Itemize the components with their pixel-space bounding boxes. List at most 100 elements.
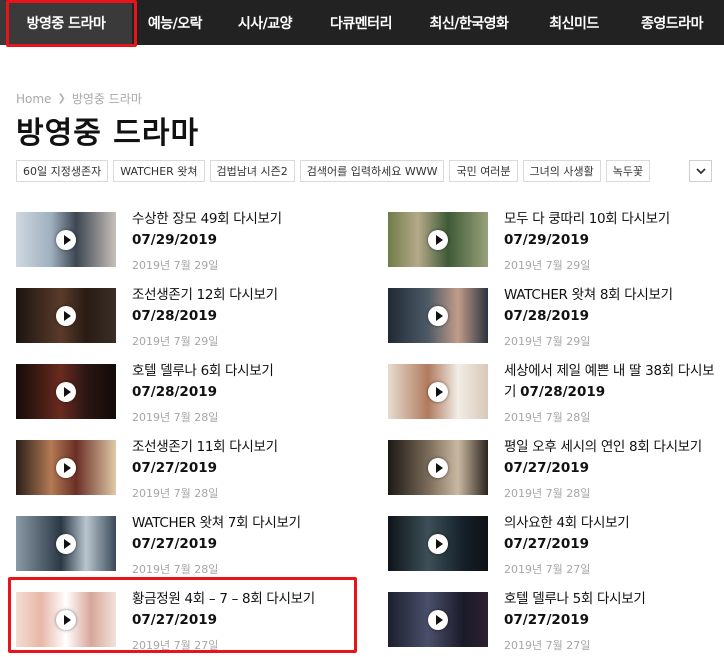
play-icon: [56, 306, 76, 326]
post-air-date: 07/27/2019: [132, 536, 218, 552]
tag-item[interactable]: 60일 지정생존자: [16, 160, 109, 182]
post-card: 조선생존기 12회 다시보기 07/28/2019 2019년 7월 29일: [16, 285, 352, 358]
chevron-right-icon: ❯: [57, 93, 66, 104]
post-title-text: WATCHER 왓쳐 7회 다시보기: [132, 515, 301, 531]
post-title[interactable]: 수상한 장모 49회 다시보기 07/29/2019: [132, 209, 346, 251]
post-thumbnail[interactable]: [16, 440, 116, 495]
nav-item-current-affairs[interactable]: 시사/교양: [218, 0, 312, 45]
post-title-text: 호텔 델루나 5회 다시보기: [504, 591, 646, 607]
post-card: WATCHER 왓쳐 8회 다시보기 07/28/2019 2019년 7월 29…: [388, 285, 724, 358]
post-title[interactable]: 호텔 델루나 5회 다시보기 07/27/2019: [504, 589, 718, 631]
breadcrumb-home[interactable]: Home: [16, 92, 51, 106]
tag-item[interactable]: 녹두꽃: [605, 160, 651, 182]
play-icon: [428, 382, 448, 402]
play-icon: [428, 534, 448, 554]
post-title-text: 조선생존기 11회 다시보기: [132, 439, 278, 455]
post-date: 2019년 7월 29일: [504, 335, 591, 348]
post-thumbnail[interactable]: [388, 288, 488, 343]
post-air-date: 07/27/2019: [132, 460, 218, 476]
tag-item[interactable]: WATCHER 왓쳐: [113, 160, 205, 182]
breadcrumb: Home ❯ 방영중 드라마: [16, 90, 142, 107]
post-title[interactable]: 세상에서 제일 예쁜 내 딸 38회 다시보기 07/28/2019: [504, 361, 718, 403]
tag-item[interactable]: 그녀의 사생활: [522, 160, 601, 182]
post-air-date: 07/29/2019: [504, 232, 590, 248]
tag-item[interactable]: 검법남녀 시즌2: [209, 160, 295, 182]
post-thumbnail[interactable]: [388, 516, 488, 571]
post-title[interactable]: 조선생존기 12회 다시보기 07/28/2019: [132, 285, 346, 327]
post-card: 모두 다 쿵따리 10회 다시보기 07/29/2019 2019년 7월 29일: [388, 209, 724, 282]
breadcrumb-current: 방영중 드라마: [71, 92, 142, 106]
nav-item-movies[interactable]: 최신/한국영화: [410, 0, 528, 45]
nav-item-ended-drama[interactable]: 종영드라마: [620, 0, 724, 45]
post-thumbnail[interactable]: [16, 288, 116, 343]
post-title[interactable]: 평일 오후 세시의 연인 8회 다시보기 07/27/2019: [504, 437, 718, 479]
post-card: 의사요한 4회 다시보기 07/27/2019 2019년 7월 27일: [388, 513, 724, 586]
post-date: 2019년 7월 29일: [132, 335, 219, 348]
post-card: 세상에서 제일 예쁜 내 딸 38회 다시보기 07/28/2019 2019년…: [388, 361, 724, 434]
tag-item[interactable]: 검색어를 입력하세요 WWW: [299, 160, 445, 182]
post-air-date: 07/28/2019: [520, 384, 606, 400]
post-title-text: 호텔 델루나 6회 다시보기: [132, 363, 274, 379]
nav-item-variety[interactable]: 예능/오락: [132, 0, 218, 45]
post-title[interactable]: 모두 다 쿵따리 10회 다시보기 07/29/2019: [504, 209, 718, 251]
post-air-date: 07/27/2019: [504, 460, 590, 476]
post-thumbnail[interactable]: [388, 364, 488, 419]
post-title-text: WATCHER 왓쳐 8회 다시보기: [504, 287, 673, 303]
play-icon: [428, 610, 448, 630]
post-card: 조선생존기 11회 다시보기 07/27/2019 2019년 7월 28일: [16, 437, 352, 510]
post-date: 2019년 7월 28일: [132, 487, 219, 500]
play-icon: [428, 458, 448, 478]
post-card: 황금정원 4회 – 7 – 8회 다시보기 07/27/2019 2019년 7월…: [16, 589, 352, 657]
post-title[interactable]: 조선생존기 11회 다시보기 07/27/2019: [132, 437, 346, 479]
post-title[interactable]: 의사요한 4회 다시보기 07/27/2019: [504, 513, 718, 555]
play-icon: [56, 458, 76, 478]
post-thumbnail[interactable]: [388, 592, 488, 647]
post-date: 2019년 7월 29일: [504, 259, 591, 272]
post-air-date: 07/29/2019: [132, 232, 218, 248]
post-date: 2019년 7월 29일: [132, 259, 219, 272]
post-thumbnail[interactable]: [16, 364, 116, 419]
post-date: 2019년 7월 28일: [504, 411, 591, 424]
post-air-date: 07/28/2019: [504, 308, 590, 324]
nav-item-us-drama[interactable]: 최신미드: [528, 0, 620, 45]
post-card: 수상한 장모 49회 다시보기 07/29/2019 2019년 7월 29일: [16, 209, 352, 282]
post-title-text: 의사요한 4회 다시보기: [504, 515, 630, 531]
post-title[interactable]: WATCHER 왓쳐 8회 다시보기 07/28/2019: [504, 285, 718, 327]
post-date: 2019년 7월 27일: [132, 639, 219, 652]
post-card: 호텔 델루나 6회 다시보기 07/28/2019 2019년 7월 28일: [16, 361, 352, 434]
nav-item-documentary[interactable]: 다큐멘터리: [312, 0, 410, 45]
post-air-date: 07/27/2019: [132, 612, 218, 628]
post-thumbnail[interactable]: [388, 440, 488, 495]
post-air-date: 07/27/2019: [504, 612, 590, 628]
post-title[interactable]: 황금정원 4회 – 7 – 8회 다시보기 07/27/2019: [132, 589, 346, 631]
chevron-down-icon: [695, 167, 706, 174]
post-air-date: 07/28/2019: [132, 384, 218, 400]
tags-expand-button[interactable]: [689, 160, 712, 182]
nav-item-airing-drama[interactable]: 방영중 드라마: [0, 0, 132, 45]
post-date: 2019년 7월 28일: [504, 487, 591, 500]
post-air-date: 07/27/2019: [504, 536, 590, 552]
post-thumbnail[interactable]: [388, 212, 488, 267]
play-icon: [428, 306, 448, 326]
post-date: 2019년 7월 28일: [132, 563, 219, 576]
post-thumbnail[interactable]: [16, 592, 116, 647]
post-date: 2019년 7월 27일: [504, 639, 591, 652]
top-navigation: 방영중 드라마 예능/오락 시사/교양 다큐멘터리 최신/한국영화 최신미드 종…: [0, 0, 724, 45]
post-title-text: 조선생존기 12회 다시보기: [132, 287, 278, 303]
post-title[interactable]: WATCHER 왓쳐 7회 다시보기 07/27/2019: [132, 513, 346, 555]
play-icon: [56, 230, 76, 250]
post-card: 호텔 델루나 5회 다시보기 07/27/2019 2019년 7월 27일: [388, 589, 724, 657]
post-thumbnail[interactable]: [16, 516, 116, 571]
post-card: WATCHER 왓쳐 7회 다시보기 07/27/2019 2019년 7월 28…: [16, 513, 352, 586]
post-card: 평일 오후 세시의 연인 8회 다시보기 07/27/2019 2019년 7월…: [388, 437, 724, 510]
post-title[interactable]: 호텔 델루나 6회 다시보기 07/28/2019: [132, 361, 346, 403]
post-title-text: 수상한 장모 49회 다시보기: [132, 211, 282, 227]
post-title-text: 모두 다 쿵따리 10회 다시보기: [504, 211, 670, 227]
tag-filter-bar: 60일 지정생존자 WATCHER 왓쳐 검법남녀 시즌2 검색어를 입력하세요…: [16, 160, 651, 182]
post-thumbnail[interactable]: [16, 212, 116, 267]
tag-item[interactable]: 국민 여러분: [449, 160, 518, 182]
post-title-text: 평일 오후 세시의 연인 8회 다시보기: [504, 439, 702, 455]
post-date: 2019년 7월 27일: [504, 563, 591, 576]
post-title-text: 황금정원 4회 – 7 – 8회 다시보기: [132, 591, 315, 607]
post-date: 2019년 7월 28일: [132, 411, 219, 424]
